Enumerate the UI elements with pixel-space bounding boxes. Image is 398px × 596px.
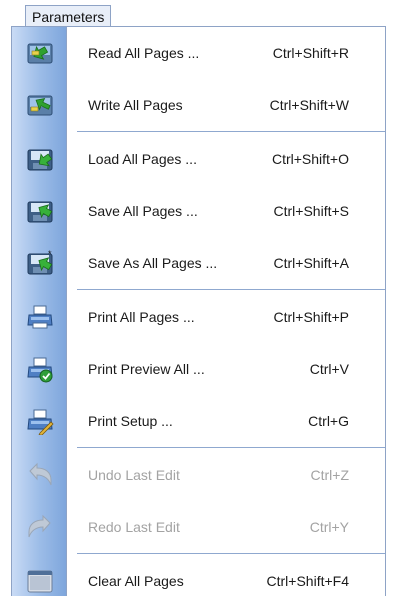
menu-item-print-setup[interactable]: Print Setup ... Ctrl+G [12, 395, 385, 447]
printer-icon [26, 303, 54, 331]
menu-item-print-all-pages[interactable]: Print All Pages ... Ctrl+Shift+P [12, 291, 385, 343]
menu-item-label: Write All Pages [88, 97, 183, 113]
menu-item-shortcut: Ctrl+Shift+R [272, 45, 349, 61]
save-as-all-pages-icon: * [26, 249, 54, 277]
redo-icon [26, 513, 54, 541]
read-all-pages-icon [26, 39, 54, 67]
menu-item-print-preview-all[interactable]: Print Preview All ... Ctrl+V [12, 343, 385, 395]
menu-item-read-all-pages[interactable]: Read All Pages ... Ctrl+Shift+R [12, 27, 385, 79]
print-setup-icon [26, 407, 54, 436]
write-all-pages-icon [26, 91, 54, 119]
menu-item-save-all-pages[interactable]: Save All Pages ... Ctrl+Shift+S [12, 185, 385, 237]
menu-item-clear-all-pages[interactable]: Clear All Pages Ctrl+Shift+F4 [12, 555, 385, 596]
menu-item-write-all-pages[interactable]: Write All Pages Ctrl+Shift+W [12, 79, 385, 131]
load-all-pages-icon [26, 145, 54, 173]
menu-item-redo-last-edit[interactable]: Redo Last Edit Ctrl+Y [12, 501, 385, 553]
clear-all-pages-icon [26, 567, 54, 595]
menu-item-save-as-all-pages[interactable]: * Save As All Pages ... Ctrl+Shift+A [12, 237, 385, 289]
menu-item-label: Print Preview All ... [88, 361, 205, 377]
menu-item-label: Undo Last Edit [88, 467, 180, 483]
undo-icon [26, 461, 54, 489]
menu-item-shortcut: Ctrl+Shift+O [271, 151, 349, 167]
menu-item-label: Print Setup ... [88, 413, 173, 429]
menu-item-shortcut: Ctrl+Z [310, 467, 350, 483]
menu-item-shortcut: Ctrl+V [309, 361, 349, 377]
menu-item-load-all-pages[interactable]: Load All Pages ... Ctrl+Shift+O [12, 133, 385, 185]
menu-item-shortcut: Ctrl+Shift+A [273, 255, 349, 271]
menu-item-shortcut: Ctrl+Shift+W [269, 97, 349, 113]
menu-item-shortcut: Ctrl+Shift+F4 [266, 573, 349, 589]
menu-item-shortcut: Ctrl+G [308, 413, 349, 429]
menu-item-label: Print All Pages ... [88, 309, 195, 325]
menu-item-shortcut: Ctrl+Shift+S [273, 203, 349, 219]
menu-item-label: Load All Pages ... [88, 151, 197, 167]
menu-item-shortcut: Ctrl+Y [309, 519, 349, 535]
save-all-pages-icon [26, 197, 54, 225]
parameters-dropdown-menu: Read All Pages ... Ctrl+Shift+R Write Al… [11, 26, 386, 596]
svg-text:*: * [48, 249, 52, 259]
menu-item-label: Read All Pages ... [88, 45, 200, 61]
menu-item-label: Save All Pages ... [88, 203, 198, 219]
menu-item-undo-last-edit[interactable]: Undo Last Edit Ctrl+Z [12, 449, 385, 501]
menu-item-label: Save As All Pages ... [88, 255, 218, 271]
menu-item-shortcut: Ctrl+Shift+P [273, 309, 349, 325]
print-preview-icon [26, 355, 54, 383]
menu-item-label: Clear All Pages [88, 573, 184, 589]
menu-title-parameters[interactable]: Parameters [25, 5, 112, 27]
menu-item-label: Redo Last Edit [88, 519, 180, 535]
